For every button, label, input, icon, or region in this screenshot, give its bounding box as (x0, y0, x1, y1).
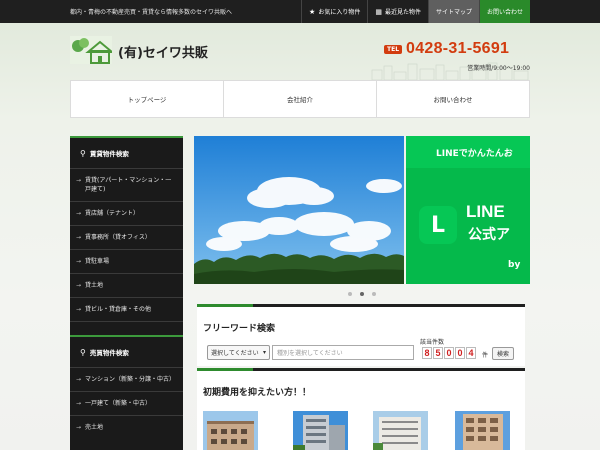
property-thumbnail[interactable] (203, 411, 258, 450)
sidebar-item-rent-parking[interactable]: → 貸駐車場 (70, 249, 183, 273)
category-select-value: 選択してください (211, 350, 259, 357)
slider-dot-active[interactable] (360, 292, 364, 296)
count-digit: 0 (455, 347, 465, 359)
property-thumbnail[interactable] (455, 411, 510, 450)
keyword-input[interactable]: 種別を選択してください (272, 345, 414, 360)
phone-number[interactable]: TEL 0428-31-5691 (384, 40, 509, 58)
nav-company[interactable]: 会社紹介 (224, 81, 377, 117)
arrow-right-icon: → (76, 376, 82, 383)
arrow-right-icon: → (76, 234, 82, 241)
logo-house-icon[interactable] (70, 36, 112, 64)
sidebar-item-label: 貸土地 (85, 282, 104, 289)
line-banner-subtitle: 公式ア (468, 227, 510, 243)
sidebar-item-label: 貸ビル・貸倉庫・その他 (85, 306, 152, 313)
tel-number: 0428-31-5691 (406, 40, 510, 57)
property-thumbnail[interactable] (293, 411, 348, 450)
line-banner-title: LINE (466, 202, 505, 221)
sidebar-item-label: 賃貸(アパート・マンション・一戸建て) (85, 177, 172, 193)
sidebar: ⚲ 賃貸物件検索 → 賃貸(アパート・マンション・一戸建て) → 賃店舗（テナント）… (70, 136, 183, 450)
arrow-right-icon: → (76, 258, 82, 265)
search-icon: ⚲ (80, 347, 86, 357)
initial-cost-section: 初期費用を抑えたい方！！ (197, 368, 525, 450)
nav-contact[interactable]: お問い合わせ (377, 81, 529, 117)
sidebar-item-label: 一戸建て（新築・中古） (85, 400, 152, 407)
contact-link[interactable]: お問い合わせ (478, 0, 530, 23)
arrow-right-icon: → (76, 400, 82, 407)
sidebar-item-label: 賃事務所（貸オフィス） (85, 234, 151, 241)
nav-top-page[interactable]: トップページ (71, 81, 224, 117)
line-logo-icon: L (419, 206, 457, 244)
free-word-search: フリーワード検索 選択してください ▾ 種別を選択してください 該当件数 8 5… (197, 304, 525, 366)
sidebar-item-label: 売土地 (85, 424, 104, 431)
sitemap-link[interactable]: サイトマップ (427, 0, 479, 23)
sidebar-item-label: 貸駐車場 (85, 258, 110, 265)
count-digit: 8 (422, 347, 432, 359)
slider-dot[interactable] (372, 292, 376, 296)
sidebar-item-sale-land[interactable]: → 売土地 (70, 415, 183, 439)
sitemap-label: サイトマップ (435, 9, 472, 16)
count-digit: 5 (433, 347, 443, 359)
line-banner-by: by (508, 260, 521, 270)
section-accent (197, 304, 253, 307)
result-count-label: 該当件数 (420, 339, 445, 346)
sidebar-item-sale-mansion[interactable]: → マンション（新築・分譲・中古） (70, 367, 183, 391)
top-bar: 都内・青梅の不動産売買・賃貸なら情報多数のセイワ共販へ ★ お気に入り物件 ▦ … (0, 0, 600, 23)
count-digit: 0 (444, 347, 454, 359)
history-icon: ▦ (375, 7, 382, 16)
business-hours: 営業時間/9:00〜19:00 (467, 65, 530, 72)
sidebar-item-rent-residential[interactable]: → 賃貸(アパート・マンション・一戸建て) (70, 168, 183, 201)
arrow-right-icon: → (76, 210, 82, 217)
category-select[interactable]: 選択してください ▾ (207, 345, 270, 360)
site-tagline: 都内・青梅の不動産売買・賃貸なら情報多数のセイワ共販へ (70, 9, 233, 16)
arrow-right-icon: → (76, 282, 82, 289)
sidebar-item-label: マンション（新築・分譲・中古） (85, 376, 176, 383)
arrow-right-icon: → (76, 424, 82, 431)
sidebar-item-sale-house[interactable]: → 一戸建て（新築・中古） (70, 391, 183, 415)
company-name[interactable]: (有)セイワ共販 (118, 42, 208, 61)
sale-search-heading: ⚲ 売買物件検索 (70, 335, 183, 367)
count-unit: 件 (482, 352, 489, 359)
slider-dot[interactable] (348, 292, 352, 296)
recently-viewed-link[interactable]: ▦ 最近見た物件 (367, 0, 428, 23)
sky-trees-photo (194, 136, 404, 284)
sidebar-item-rent-land[interactable]: → 貸土地 (70, 273, 183, 297)
hero-slider[interactable]: LINEでかんたんお L LINE 公式ア by (194, 136, 530, 284)
arrow-right-icon: → (76, 306, 82, 313)
line-banner-heading: LINEでかんたんお (406, 136, 530, 168)
star-icon: ★ (309, 7, 316, 16)
favorites-label: お気に入り物件 (318, 9, 361, 16)
favorites-link[interactable]: ★ お気に入り物件 (301, 0, 367, 23)
initial-cost-title: 初期費用を抑えたい方！！ (203, 388, 312, 398)
top-nav: ★ お気に入り物件 ▦ 最近見た物件 サイトマップ お問い合わせ (301, 0, 530, 23)
search-icon: ⚲ (80, 148, 86, 158)
count-digit: 4 (466, 347, 476, 359)
sale-search-title: 売買物件検索 (89, 349, 129, 357)
global-nav: トップページ 会社紹介 お問い合わせ (70, 80, 530, 118)
slider-dots (344, 292, 380, 296)
tel-badge: TEL (384, 44, 403, 54)
sidebar-item-label: 賃店舗（テナント） (85, 210, 140, 217)
property-thumbnail[interactable] (373, 411, 428, 450)
contact-label: お問い合わせ (486, 9, 523, 16)
rent-search-heading: ⚲ 賃貸物件検索 (70, 136, 183, 168)
sidebar-item-rent-other[interactable]: → 貸ビル・貸倉庫・その他 (70, 297, 183, 321)
sidebar-divider (70, 321, 183, 335)
search-title: フリーワード検索 (203, 324, 276, 334)
arrow-right-icon: → (76, 177, 82, 184)
line-official-banner[interactable]: LINEでかんたんお L LINE 公式ア by (406, 136, 530, 284)
search-button[interactable]: 検索 (492, 347, 514, 360)
result-count: 8 5 0 0 4 (422, 347, 477, 359)
rent-search-title: 賃貸物件検索 (89, 150, 129, 158)
chevron-down-icon: ▾ (262, 349, 266, 356)
sidebar-item-rent-office[interactable]: → 賃事務所（貸オフィス） (70, 225, 183, 249)
sidebar-item-rent-store[interactable]: → 賃店舗（テナント） (70, 201, 183, 225)
section-accent (197, 368, 253, 371)
recently-viewed-label: 最近見た物件 (384, 9, 421, 16)
